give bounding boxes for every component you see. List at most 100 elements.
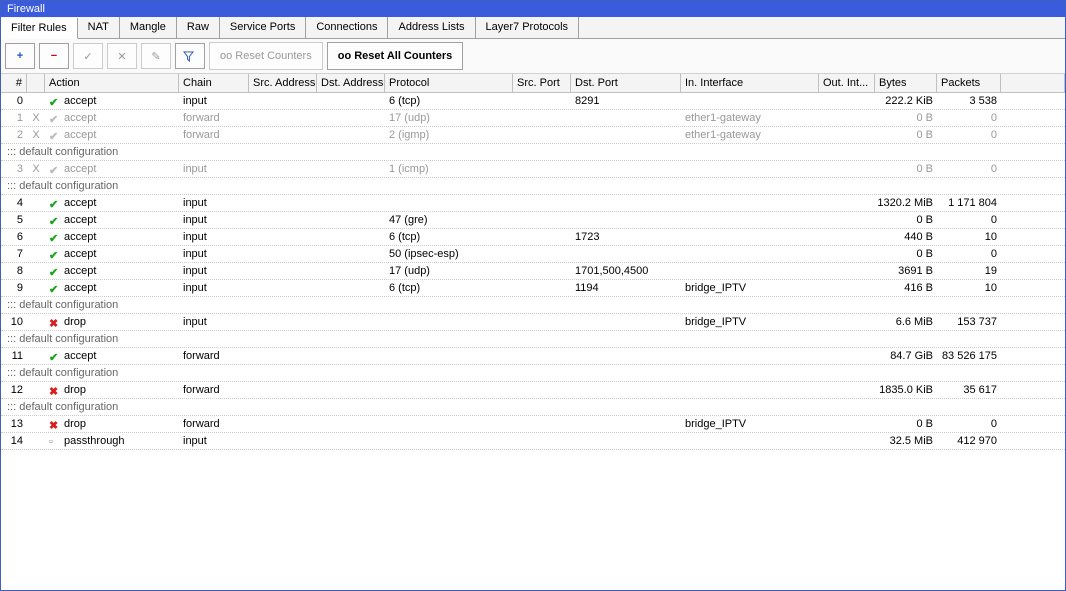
cell-chain: input xyxy=(179,280,249,296)
action-label: accept xyxy=(64,112,96,124)
col-src[interactable]: Src. Address xyxy=(249,74,317,92)
cell-inif: bridge_IPTV xyxy=(681,314,819,330)
tab-mangle[interactable]: Mangle xyxy=(120,17,177,38)
tab-connections[interactable]: Connections xyxy=(306,17,388,38)
disable-button[interactable]: ✕ xyxy=(107,43,137,69)
cell-num: 7 xyxy=(1,246,27,262)
table-row[interactable]: 0✔acceptinput6 (tcp)8291222.2 KiB3 538 xyxy=(1,93,1065,110)
table-row[interactable]: 11✔acceptforward84.7 GiB83 526 175 xyxy=(1,348,1065,365)
cell-dstport xyxy=(571,382,681,398)
tab-service-ports[interactable]: Service Ports xyxy=(220,17,306,38)
cell-action: ✖drop xyxy=(45,314,179,330)
cell-action: ✔accept xyxy=(45,280,179,296)
cell-packets: 0 xyxy=(937,212,1001,228)
comment-button[interactable]: ✎ xyxy=(141,43,171,69)
col-bytes[interactable]: Bytes xyxy=(875,74,937,92)
add-button[interactable]: + xyxy=(5,43,35,69)
cell-dst xyxy=(317,348,385,364)
cell-dstport xyxy=(571,195,681,211)
filter-button[interactable] xyxy=(175,43,205,69)
col-action[interactable]: Action xyxy=(45,74,179,92)
cell-action: ✔accept xyxy=(45,229,179,245)
comment-row[interactable]: ::: default configuration xyxy=(1,365,1065,382)
firewall-window: Firewall Filter RulesNATMangleRawService… xyxy=(0,0,1066,591)
col-chain[interactable]: Chain xyxy=(179,74,249,92)
cell-src xyxy=(249,382,317,398)
table-row[interactable]: 2X✔acceptforward2 (igmp)ether1-gateway0 … xyxy=(1,127,1065,144)
table-row[interactable]: 10✖dropinputbridge_IPTV6.6 MiB153 737 xyxy=(1,314,1065,331)
reset-all-counters-button[interactable]: oo Reset All Counters xyxy=(327,42,464,70)
window-titlebar[interactable]: Firewall xyxy=(1,1,1065,17)
table-row[interactable]: 6✔acceptinput6 (tcp)1723440 B10 xyxy=(1,229,1065,246)
col-proto[interactable]: Protocol xyxy=(385,74,513,92)
cell-dst xyxy=(317,314,385,330)
cell-flag: X xyxy=(27,127,45,143)
col-inif[interactable]: In. Interface xyxy=(681,74,819,92)
table-row[interactable]: 5✔acceptinput47 (gre)0 B0 xyxy=(1,212,1065,229)
cell-chain: input xyxy=(179,229,249,245)
table-row[interactable]: 14▫passthroughinput32.5 MiB412 970 xyxy=(1,433,1065,450)
cell-packets: 0 xyxy=(937,246,1001,262)
comment-row[interactable]: ::: default configuration xyxy=(1,331,1065,348)
cell-num: 3 xyxy=(1,161,27,177)
cell-flag xyxy=(27,263,45,279)
cell-srcport xyxy=(513,280,571,296)
comment-row[interactable]: ::: default configuration xyxy=(1,144,1065,161)
cell-extra xyxy=(1001,382,1065,398)
cell-proto xyxy=(385,314,513,330)
cell-packets: 35 617 xyxy=(937,382,1001,398)
cell-outif xyxy=(819,195,875,211)
cell-outif xyxy=(819,246,875,262)
tab-address-lists[interactable]: Address Lists xyxy=(388,17,475,38)
cell-extra xyxy=(1001,348,1065,364)
table-row[interactable]: 13✖dropforwardbridge_IPTV0 B0 xyxy=(1,416,1065,433)
cell-dst xyxy=(317,263,385,279)
col-dst[interactable]: Dst. Address xyxy=(317,74,385,92)
cell-flag xyxy=(27,229,45,245)
col-dstport[interactable]: Dst. Port xyxy=(571,74,681,92)
table-row[interactable]: 12✖dropforward1835.0 KiB35 617 xyxy=(1,382,1065,399)
cell-src xyxy=(249,110,317,126)
cell-extra xyxy=(1001,246,1065,262)
cell-srcport xyxy=(513,263,571,279)
cell-inif xyxy=(681,212,819,228)
action-label: accept xyxy=(64,163,96,175)
comment-row[interactable]: ::: default configuration xyxy=(1,297,1065,314)
col-srcport[interactable]: Src. Port xyxy=(513,74,571,92)
tab-layer7[interactable]: Layer7 Protocols xyxy=(476,17,580,38)
col-outif[interactable]: Out. Int... xyxy=(819,74,875,92)
cell-num: 14 xyxy=(1,433,27,449)
col-extra[interactable] xyxy=(1001,74,1065,92)
cell-src xyxy=(249,263,317,279)
cell-bytes: 0 B xyxy=(875,416,937,432)
comment-row[interactable]: ::: default configuration xyxy=(1,178,1065,195)
tab-strip: Filter RulesNATMangleRawService PortsCon… xyxy=(1,17,1065,39)
col-num[interactable]: # xyxy=(1,74,27,92)
cell-dstport xyxy=(571,416,681,432)
cell-flag xyxy=(27,416,45,432)
table-row[interactable]: 3X✔acceptinput1 (icmp)0 B0 xyxy=(1,161,1065,178)
table-row[interactable]: 7✔acceptinput50 (ipsec-esp)0 B0 xyxy=(1,246,1065,263)
col-flag[interactable] xyxy=(27,74,45,92)
table-row[interactable]: 4✔acceptinput1320.2 MiB1 171 804 xyxy=(1,195,1065,212)
col-packets[interactable]: Packets xyxy=(937,74,1001,92)
remove-button[interactable]: − xyxy=(39,43,69,69)
cell-action: ✔accept xyxy=(45,161,179,177)
cell-proto: 50 (ipsec-esp) xyxy=(385,246,513,262)
tab-raw[interactable]: Raw xyxy=(177,17,220,38)
comment-row[interactable]: ::: default configuration xyxy=(1,399,1065,416)
cell-bytes: 32.5 MiB xyxy=(875,433,937,449)
table-row[interactable]: 8✔acceptinput17 (udp)1701,500,45003691 B… xyxy=(1,263,1065,280)
reset-counters-button[interactable]: oo Reset Counters xyxy=(209,42,323,70)
table-row[interactable]: 1X✔acceptforward17 (udp)ether1-gateway0 … xyxy=(1,110,1065,127)
tab-filter[interactable]: Filter Rules xyxy=(1,18,78,39)
cell-inif xyxy=(681,263,819,279)
cell-dstport: 1723 xyxy=(571,229,681,245)
table-row[interactable]: 9✔acceptinput6 (tcp)1194bridge_IPTV416 B… xyxy=(1,280,1065,297)
enable-button[interactable]: ✓ xyxy=(73,43,103,69)
tab-nat[interactable]: NAT xyxy=(78,17,120,38)
cell-dst xyxy=(317,280,385,296)
cell-outif xyxy=(819,348,875,364)
cell-flag xyxy=(27,212,45,228)
cell-extra xyxy=(1001,229,1065,245)
